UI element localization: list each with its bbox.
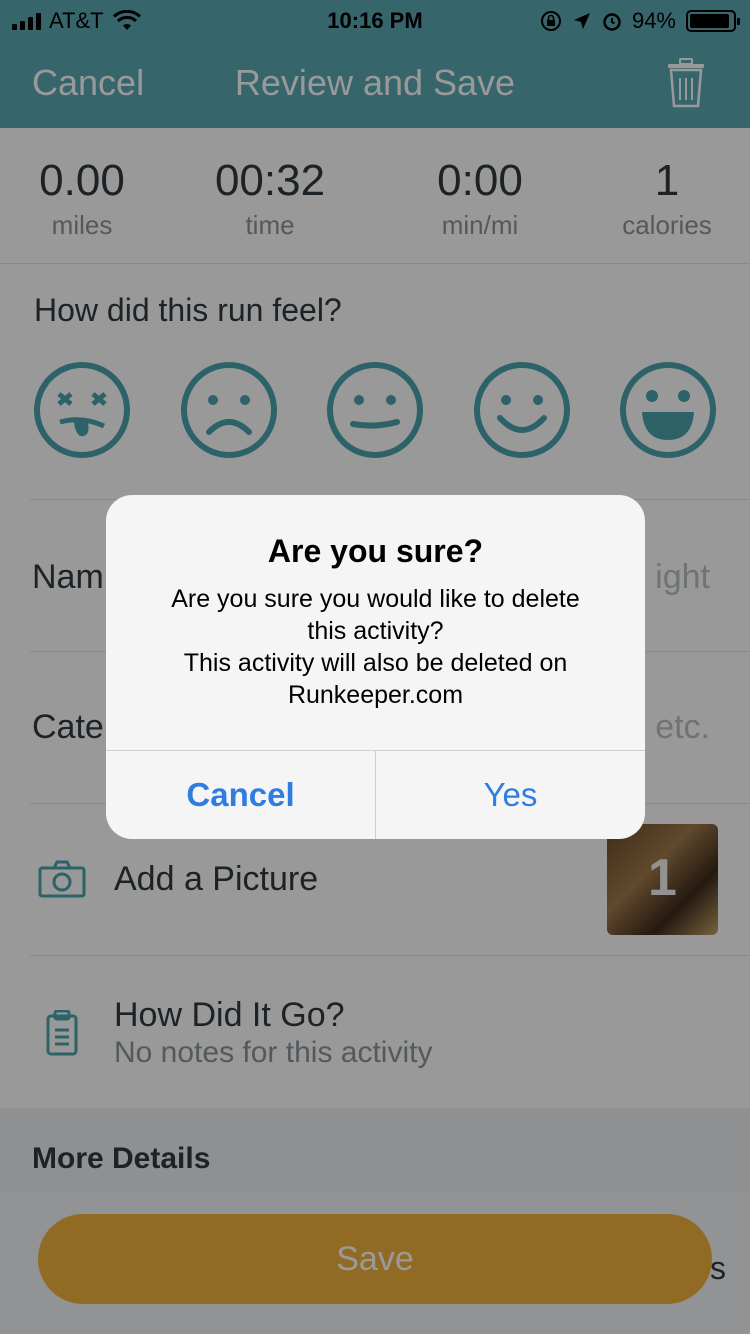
alert-cancel-button[interactable]: Cancel [106, 751, 375, 839]
alert-message-line: Are you sure you would like to delete [171, 585, 580, 613]
alert-message-line: This activity will also be deleted on [183, 649, 568, 677]
alert-message-line: Runkeeper.com [287, 681, 464, 709]
delete-alert-dialog: Are you sure? Are you sure you would lik… [106, 495, 645, 839]
alert-message: Are you sure you would like to delete th… [136, 583, 615, 711]
alert-yes-button[interactable]: Yes [376, 751, 645, 839]
alert-title: Are you sure? [267, 533, 484, 569]
alert-message-line: this activity? [307, 617, 444, 645]
